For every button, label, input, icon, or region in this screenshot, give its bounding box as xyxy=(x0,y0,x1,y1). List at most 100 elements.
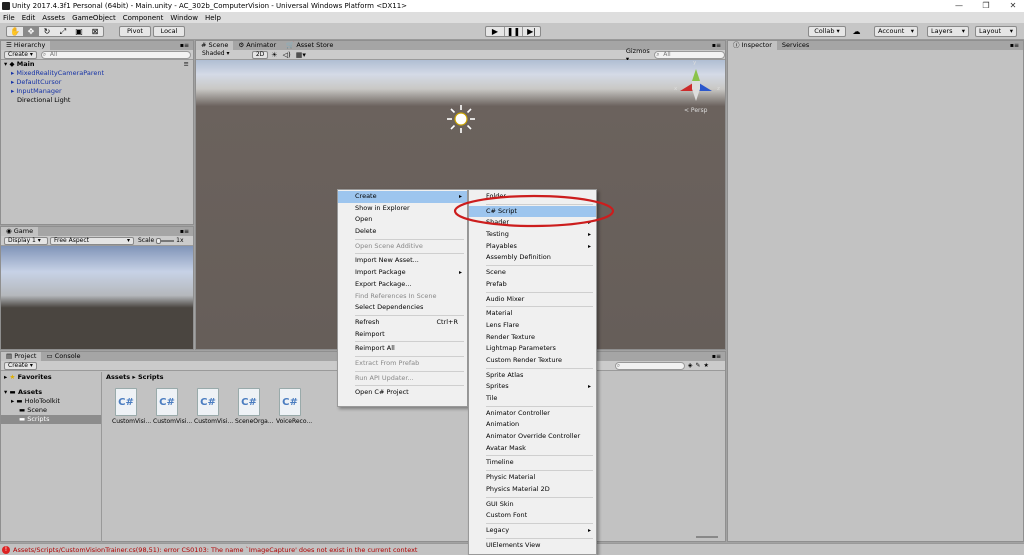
context-menu-item-export-package[interactable]: Export Package... xyxy=(338,279,467,291)
hierarchy-item[interactable]: Directional Light xyxy=(1,96,193,105)
create-menu-item-animation[interactable]: Animation xyxy=(469,419,596,431)
breadcrumb[interactable]: Assets ▸ Scripts xyxy=(106,373,164,381)
effects-icon[interactable]: ▦▾ xyxy=(296,51,306,59)
context-menu-item-open[interactable]: Open xyxy=(338,214,467,226)
create-menu-item-render-texture[interactable]: Render Texture xyxy=(469,332,596,344)
hierarchy-item[interactable]: ▸ DefaultCursor xyxy=(1,78,193,87)
create-menu-item-testing[interactable]: Testing ▸ xyxy=(469,229,596,241)
create-menu-item-material[interactable]: Material xyxy=(469,308,596,320)
create-menu-item-prefab[interactable]: Prefab xyxy=(469,279,596,291)
menu-gameobject[interactable]: GameObject xyxy=(72,14,116,22)
audio-icon[interactable]: ◁) xyxy=(283,51,291,59)
favorite-star-icon[interactable]: ★ xyxy=(704,362,709,369)
create-menu-item-scene[interactable]: Scene xyxy=(469,267,596,279)
aspect-dropdown[interactable]: Free Aspect ▾ xyxy=(50,236,134,245)
scene-orientation-gizmo[interactable] xyxy=(676,65,716,105)
create-menu-item-gui-skin[interactable]: GUI Skin xyxy=(469,499,596,511)
maximize-button[interactable]: ❐ xyxy=(977,0,995,12)
icon-size-slider[interactable] xyxy=(696,536,718,538)
create-menu-item-custom-font[interactable]: Custom Font xyxy=(469,510,596,522)
tab-animator[interactable]: ⚙ Animator xyxy=(233,41,281,50)
context-menu-item-find-references-in-scene[interactable]: Find References In Scene xyxy=(338,291,467,303)
hierarchy-item[interactable]: ▸ MixedRealityCameraParent xyxy=(1,69,193,78)
display-dropdown[interactable]: Display 1 ▾ xyxy=(4,236,48,245)
folder-item-selected[interactable]: ▬ Scripts xyxy=(1,415,101,424)
scene-search-input[interactable]: ⌕ All xyxy=(654,50,725,59)
layout-dropdown[interactable]: Layout ▾ xyxy=(975,26,1017,37)
tab-console[interactable]: ▭ Console xyxy=(41,352,85,361)
menu-component[interactable]: Component xyxy=(123,14,164,22)
context-menu-item-open-c-project[interactable]: Open C# Project xyxy=(338,387,467,399)
create-menu-item-sprites[interactable]: Sprites ▸ xyxy=(469,381,596,393)
game-view[interactable] xyxy=(1,246,193,349)
context-menu-item-open-scene-additive[interactable]: Open Scene Additive xyxy=(338,241,467,253)
shading-dropdown[interactable]: Shaded ▾ xyxy=(199,50,252,59)
create-menu-item-legacy[interactable]: Legacy ▸ xyxy=(469,525,596,537)
transform-tool-icon[interactable]: ⊠ xyxy=(87,27,103,36)
asset-file[interactable]: C# VoiceReco... xyxy=(276,388,312,425)
menu-edit[interactable]: Edit xyxy=(22,14,36,22)
create-menu-item-playables[interactable]: Playables ▸ xyxy=(469,241,596,253)
scene-root[interactable]: ▾ ◆ Main ≡ xyxy=(1,60,193,69)
step-icon[interactable]: ▶| xyxy=(522,27,540,36)
hierarchy-search-input[interactable]: ⌕ All xyxy=(40,50,191,59)
create-menu-item-assembly-definition[interactable]: Assembly Definition xyxy=(469,252,596,264)
lighting-icon[interactable]: ☀ xyxy=(271,51,277,59)
hierarchy-item[interactable]: ▸ InputManager xyxy=(1,87,193,96)
asset-file[interactable]: C# SceneOrga... xyxy=(235,388,274,425)
persp-label[interactable]: < Persp xyxy=(684,107,707,114)
menu-assets[interactable]: Assets xyxy=(42,14,65,22)
tab-game[interactable]: ◉ Game xyxy=(1,227,39,236)
create-menu-item-lens-flare[interactable]: Lens Flare xyxy=(469,320,596,332)
tab-asset-store[interactable]: 🛒 Asset Store xyxy=(281,41,338,50)
create-menu-item-custom-render-texture[interactable]: Custom Render Texture xyxy=(469,355,596,367)
folder-item[interactable]: ▸ ▬ HoloToolkit xyxy=(1,397,101,406)
scale-tool-icon[interactable]: ⤢ xyxy=(55,27,71,37)
menu-file[interactable]: File xyxy=(3,14,15,22)
directional-light-icon[interactable] xyxy=(446,104,476,134)
menu-help[interactable]: Help xyxy=(205,14,221,22)
cloud-icon[interactable]: ☁ xyxy=(850,26,863,37)
rotate-tool-icon[interactable]: ↻ xyxy=(39,27,55,36)
scene-menu-icon[interactable]: ≡ xyxy=(184,60,189,69)
scale-slider[interactable] xyxy=(156,237,175,244)
play-icon[interactable]: ▶ xyxy=(486,27,504,36)
collab-button[interactable]: Collab ▾ xyxy=(808,26,846,37)
context-menu-item-import-new-asset[interactable]: Import New Asset... xyxy=(338,255,467,267)
context-menu-item-run-api-updater[interactable]: Run API Updater... xyxy=(338,373,467,385)
panel-menu-icon[interactable]: ▪≡ xyxy=(1010,42,1019,49)
pause-icon[interactable]: ❚❚ xyxy=(504,27,522,36)
create-menu-item-sprite-atlas[interactable]: Sprite Atlas xyxy=(469,370,596,382)
create-menu-item-audio-mixer[interactable]: Audio Mixer xyxy=(469,294,596,306)
tab-services[interactable]: Services xyxy=(777,41,814,50)
menu-window[interactable]: Window xyxy=(170,14,198,22)
context-menu-item-delete[interactable]: Delete xyxy=(338,226,467,238)
asset-file[interactable]: C# CustomVisi... xyxy=(194,388,233,425)
filter-type-icon[interactable]: ◈ xyxy=(688,362,693,369)
project-search-input[interactable]: ⌕ xyxy=(614,361,685,370)
panel-menu-icon[interactable]: ▪≡ xyxy=(712,42,721,49)
create-menu-item-avatar-mask[interactable]: Avatar Mask xyxy=(469,443,596,455)
create-menu-item-lightmap-parameters[interactable]: Lightmap Parameters xyxy=(469,343,596,355)
create-menu-item-physics-material-2d[interactable]: Physics Material 2D xyxy=(469,484,596,496)
favorites-item[interactable]: ▸ ★ Favorites xyxy=(1,373,101,382)
context-menu-item-show-in-explorer[interactable]: Show in Explorer xyxy=(338,203,467,215)
create-menu-item-timeline[interactable]: Timeline xyxy=(469,457,596,469)
move-tool-icon[interactable]: ✥ xyxy=(23,27,39,36)
project-create-button[interactable]: Create ▾ xyxy=(4,361,37,370)
scale-slider-handle[interactable] xyxy=(156,237,162,244)
panel-menu-icon[interactable]: ▪≡ xyxy=(180,228,189,235)
folder-item[interactable]: ▬ Scene xyxy=(1,406,101,415)
tab-inspector[interactable]: ⓘ Inspector xyxy=(728,41,777,50)
create-menu-item-physic-material[interactable]: Physic Material xyxy=(469,472,596,484)
layers-dropdown[interactable]: Layers ▾ xyxy=(927,26,969,37)
context-menu-item-refresh[interactable]: Refresh Ctrl+R xyxy=(338,317,467,329)
2d-toggle[interactable]: 2D xyxy=(251,50,269,59)
local-toggle[interactable]: Local xyxy=(153,26,185,37)
create-menu-item-animator-override-controller[interactable]: Animator Override Controller xyxy=(469,431,596,443)
context-menu-item-create[interactable]: Create ▸ xyxy=(338,191,467,203)
context-menu-item-import-package[interactable]: Import Package ▸ xyxy=(338,267,467,279)
filter-label-icon[interactable]: ✎ xyxy=(695,362,700,369)
context-menu-item-reimport[interactable]: Reimport xyxy=(338,329,467,341)
create-menu-item-tile[interactable]: Tile xyxy=(469,393,596,405)
